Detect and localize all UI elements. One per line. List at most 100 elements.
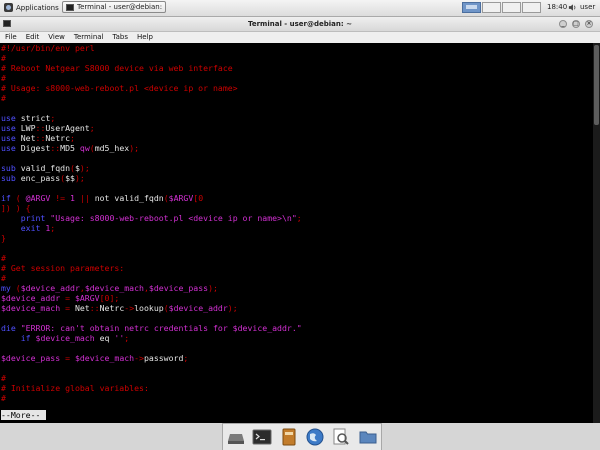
code-token: use bbox=[1, 113, 16, 123]
code-token: # bbox=[1, 393, 6, 403]
minimize-button[interactable]: _ bbox=[559, 20, 567, 28]
applications-menu-button[interactable]: Applications bbox=[1, 1, 62, 14]
terminal-line: # bbox=[1, 393, 6, 403]
code-token: ; bbox=[50, 223, 56, 233]
menu-file[interactable]: File bbox=[0, 32, 21, 43]
terminal-line: # Initialize global variables: bbox=[1, 383, 149, 393]
code-token: print bbox=[20, 213, 46, 223]
code-token: # Initialize global variables: bbox=[1, 383, 149, 393]
terminal-line: # Reboot Netgear S8000 device via web in… bbox=[1, 63, 233, 73]
file-manager-icon[interactable] bbox=[279, 427, 299, 447]
code-token: $ARGV bbox=[168, 193, 194, 203]
code-token: ; bbox=[89, 123, 95, 133]
code-token: $device_addr bbox=[168, 303, 228, 313]
terminal-line: use strict; bbox=[1, 113, 55, 123]
code-token: # bbox=[1, 73, 6, 83]
menu-tabs[interactable]: Tabs bbox=[108, 32, 133, 43]
applications-logo-icon bbox=[4, 3, 13, 12]
code-token: use bbox=[1, 123, 16, 133]
code-token: # bbox=[1, 253, 6, 263]
code-token: "Usage: s8000-web-reboot.pl <device ip o… bbox=[45, 213, 297, 223]
code-token: # bbox=[1, 273, 6, 283]
menu-view[interactable]: View bbox=[43, 32, 69, 43]
terminal-output[interactable]: #!/usr/bin/env perl # # Reboot Netgear S80… bbox=[0, 43, 600, 423]
workspace-4[interactable] bbox=[522, 2, 541, 13]
window-title: Terminal - user@debian: ~ bbox=[248, 20, 352, 28]
terminal-line: # bbox=[1, 253, 6, 263]
code-token: :: bbox=[50, 143, 61, 153]
code-token: LWP bbox=[15, 123, 36, 133]
code-token: '' bbox=[109, 333, 125, 343]
code-token: Net bbox=[74, 303, 90, 313]
terminal-scrollbar[interactable] bbox=[593, 43, 600, 423]
code-token: != bbox=[50, 193, 71, 203]
code-token: UserAgent bbox=[45, 123, 90, 133]
code-token: ); bbox=[208, 283, 218, 293]
user-menu[interactable]: user bbox=[580, 1, 595, 14]
terminal-line: if ( @ARGV != 1 || not valid_fqdn($ARGV[… bbox=[1, 193, 203, 203]
code-token: # Get session parameters: bbox=[1, 263, 125, 273]
code-token: ; bbox=[183, 353, 189, 363]
scrollbar-thumb[interactable] bbox=[594, 45, 599, 125]
dock bbox=[222, 423, 382, 450]
code-token: Net bbox=[15, 133, 36, 143]
search-icon[interactable] bbox=[331, 427, 351, 447]
workspace-2[interactable] bbox=[482, 2, 501, 13]
terminal-line: # Usage: s8000-web-reboot.pl <device ip … bbox=[1, 83, 238, 93]
taskbar-terminal-label: Terminal - user@debian: bbox=[77, 3, 163, 11]
code-token: "ERROR: can't obtain netrc credentials f… bbox=[15, 323, 302, 333]
menubar: File Edit View Terminal Tabs Help bbox=[0, 32, 600, 43]
workspace-1[interactable] bbox=[462, 2, 481, 13]
code-token: [0 bbox=[193, 193, 204, 203]
menu-terminal[interactable]: Terminal bbox=[69, 32, 108, 43]
code-token: [0]; bbox=[99, 293, 120, 303]
code-token: -> bbox=[124, 303, 135, 313]
code-token: # bbox=[1, 373, 6, 383]
code-token: :: bbox=[35, 133, 46, 143]
maximize-button[interactable]: □ bbox=[572, 20, 580, 28]
menu-edit[interactable]: Edit bbox=[21, 32, 44, 43]
terminal-line: ]) ) { bbox=[1, 203, 31, 213]
web-browser-icon[interactable] bbox=[305, 427, 325, 447]
menu-help[interactable]: Help bbox=[132, 32, 157, 43]
code-token: enc_pass bbox=[15, 173, 61, 183]
code-token: = bbox=[60, 303, 75, 313]
code-token: $device_pass bbox=[148, 283, 209, 293]
volume-icon[interactable] bbox=[568, 3, 577, 12]
workspace-switcher bbox=[462, 2, 541, 13]
code-token: sub bbox=[1, 163, 16, 173]
workspace-3[interactable] bbox=[502, 2, 521, 13]
code-token: # bbox=[1, 93, 6, 103]
code-token: ); bbox=[227, 303, 238, 313]
window-title-bar[interactable]: Terminal - user@debian: ~ _ □ × bbox=[0, 17, 600, 32]
terminal-line: $device_pass = $device_mach->password; bbox=[1, 353, 188, 363]
code-token: $device_addr bbox=[20, 283, 80, 293]
code-token: password bbox=[143, 353, 184, 363]
code-token: Digest bbox=[15, 143, 51, 153]
terminal-line: # bbox=[1, 53, 6, 63]
taskbar-terminal-button[interactable]: Terminal - user@debian: bbox=[62, 1, 166, 13]
code-token: ; bbox=[50, 113, 56, 123]
terminal-line: use Digest::MD5 qw(md5_hex); bbox=[1, 143, 139, 153]
terminal-icon[interactable] bbox=[252, 427, 272, 447]
code-token: = bbox=[60, 293, 75, 303]
disk-icon[interactable] bbox=[226, 427, 246, 447]
code-token: sub bbox=[1, 173, 16, 183]
code-token: @ARGV bbox=[25, 193, 51, 203]
terminal-line: my ($device_addr,$device_mach,$device_pa… bbox=[1, 283, 218, 293]
code-token: if bbox=[1, 193, 11, 203]
code-token: Netrc bbox=[99, 303, 125, 313]
code-token: my bbox=[1, 283, 11, 293]
code-token: ( bbox=[10, 283, 21, 293]
code-token: = bbox=[60, 353, 75, 363]
code-token: ; bbox=[296, 213, 302, 223]
code-token: lookup bbox=[134, 303, 164, 313]
clock[interactable]: 18:40 bbox=[547, 1, 567, 14]
code-token: # Usage: s8000-web-reboot.pl <device ip … bbox=[1, 83, 238, 93]
code-token: Netrc bbox=[45, 133, 71, 143]
terminal-line: # bbox=[1, 273, 6, 283]
close-button[interactable]: × bbox=[585, 20, 593, 28]
code-token: strict bbox=[15, 113, 51, 123]
folder-icon[interactable] bbox=[358, 427, 378, 447]
